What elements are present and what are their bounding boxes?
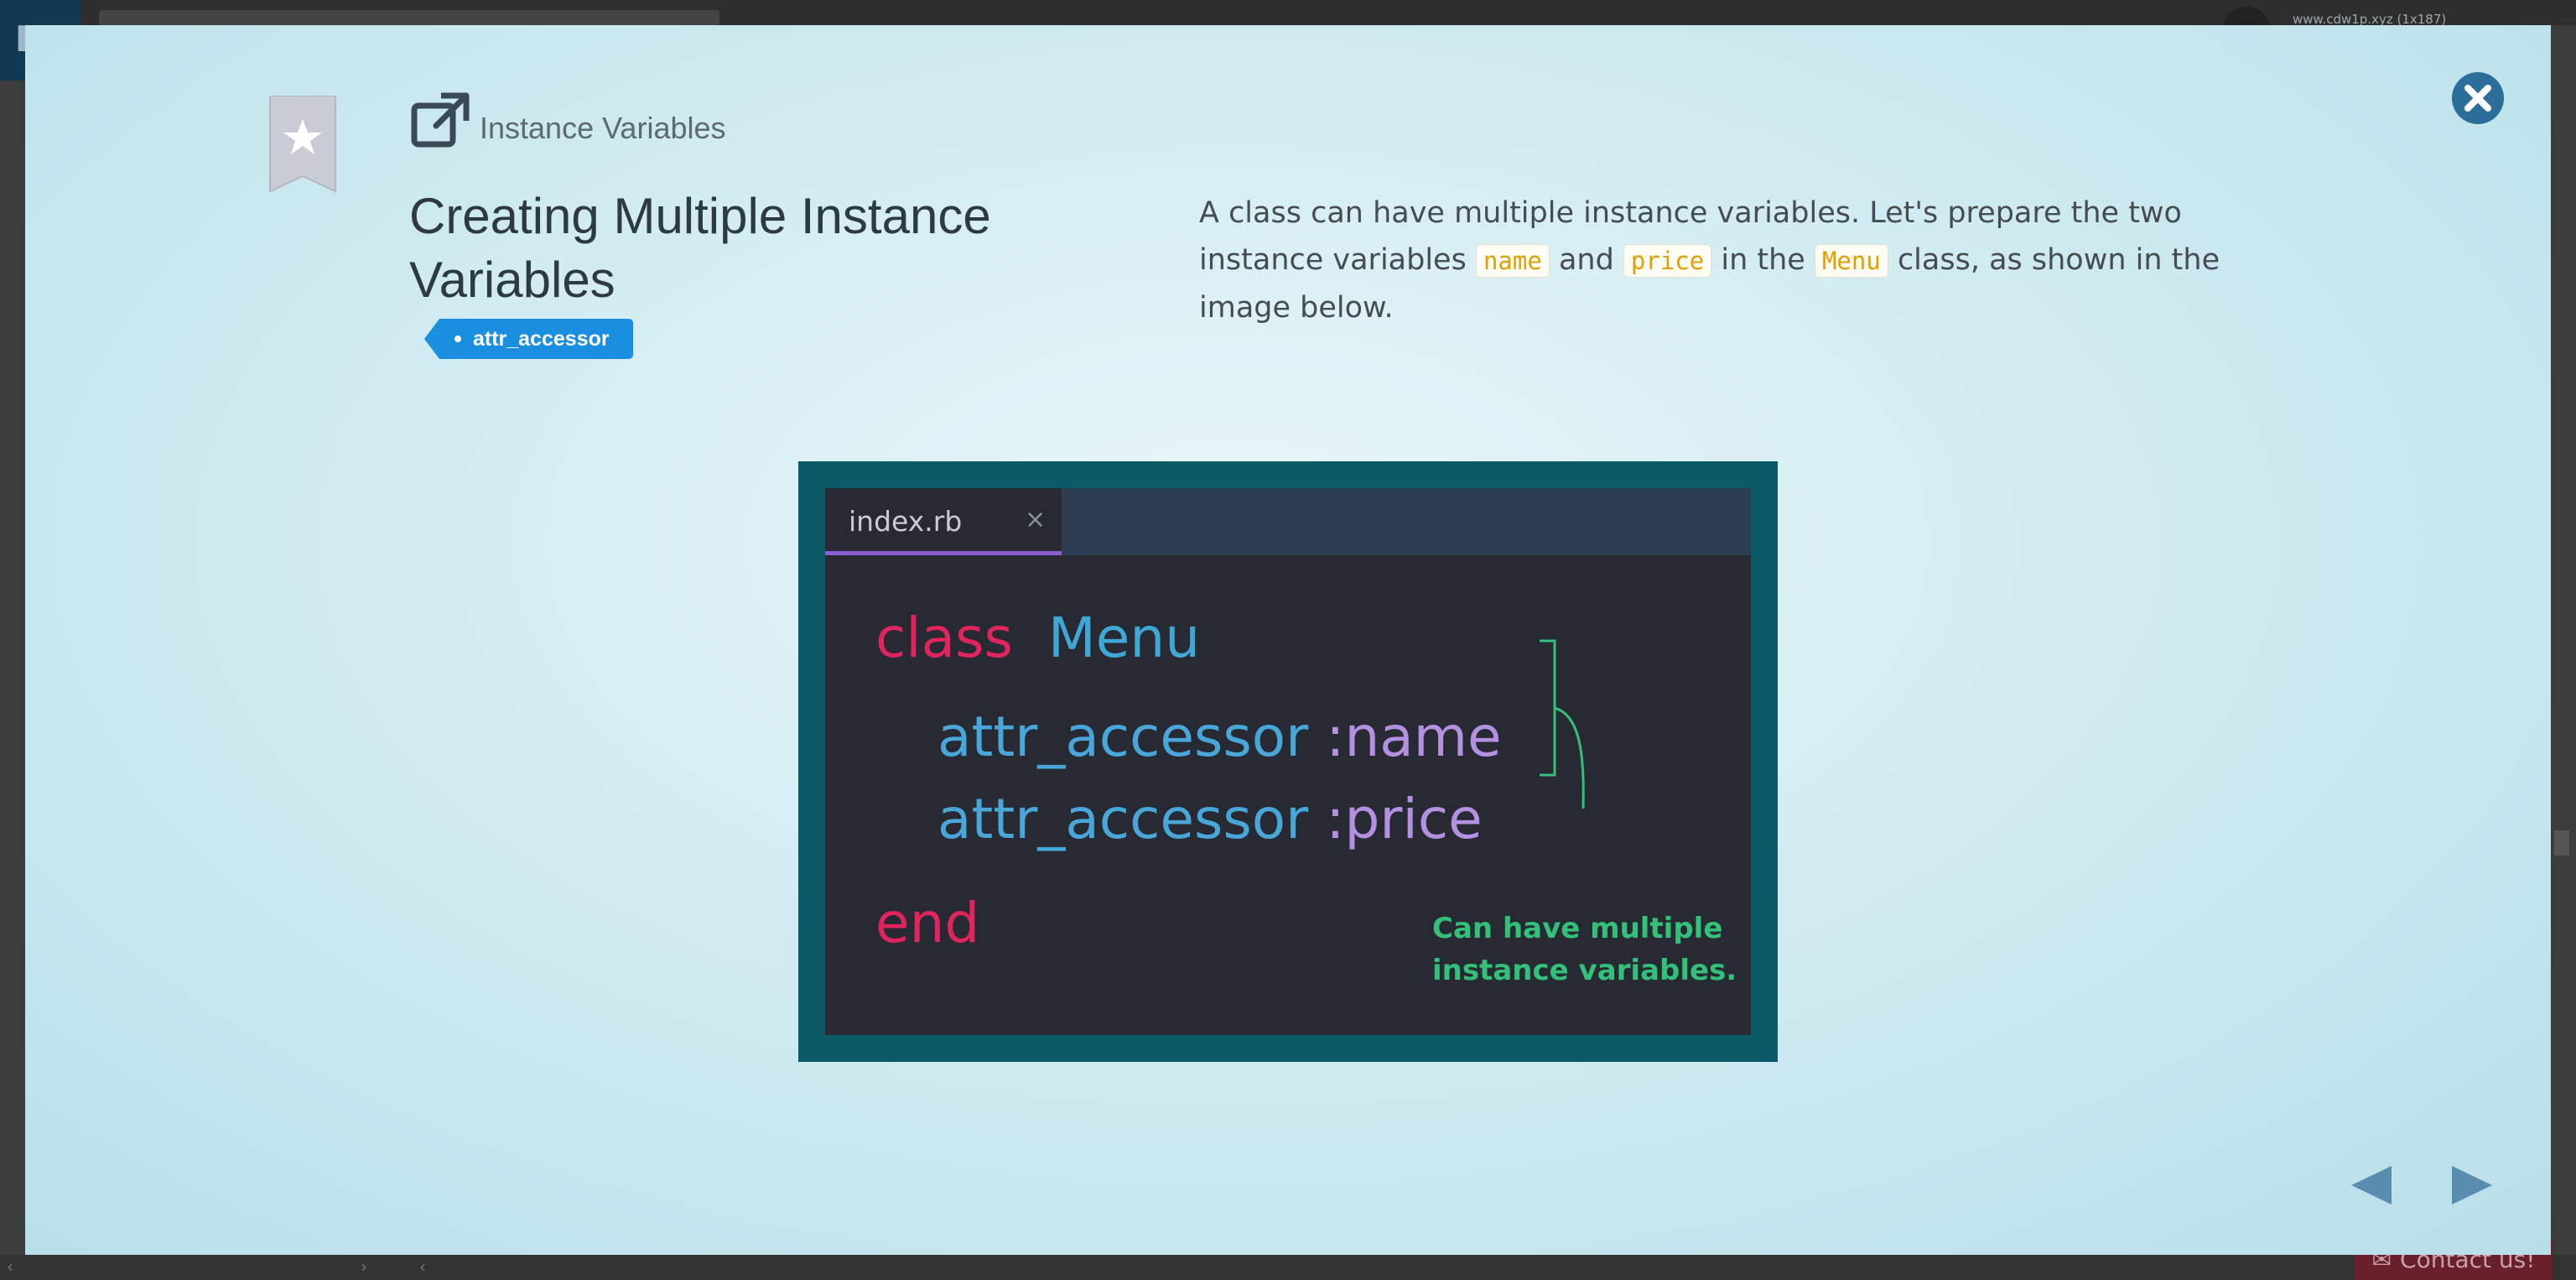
class-name: Menu bbox=[1047, 606, 1201, 670]
keyword-end: end bbox=[875, 891, 980, 955]
lesson-header: Instance Variables bbox=[411, 92, 726, 148]
scroll-left-icon: ‹ bbox=[7, 1257, 13, 1277]
inline-code-price: price bbox=[1623, 244, 1712, 278]
tab-close-icon: × bbox=[1025, 505, 1046, 534]
description-text: in the bbox=[1711, 243, 1815, 277]
symbol-price: :price bbox=[1326, 787, 1483, 851]
slide-modal: Instance Variables Creating Multiple Ins… bbox=[25, 25, 2551, 1255]
method-attr-accessor: attr_accessor bbox=[937, 787, 1309, 851]
tab-label: index.rb bbox=[849, 505, 963, 538]
symbol-name: :name bbox=[1326, 705, 1502, 769]
triangle-left-icon[interactable] bbox=[2348, 1163, 2395, 1208]
lesson-description: A class can have multiple instance varia… bbox=[1199, 190, 2289, 331]
scroll-left-icon: ‹ bbox=[419, 1257, 426, 1277]
scroll-right-icon: › bbox=[361, 1257, 367, 1277]
bracket-annotation-icon bbox=[1540, 639, 1585, 809]
annotation-text: Can have multiple instance variables. bbox=[1432, 908, 1737, 991]
close-icon[interactable] bbox=[2450, 70, 2506, 126]
annotation-line-1: Can have multiple bbox=[1432, 912, 1723, 945]
bookmark-star-icon[interactable] bbox=[268, 96, 337, 193]
method-attr-accessor: attr_accessor bbox=[937, 705, 1309, 769]
inline-code-menu: Menu bbox=[1814, 244, 1888, 278]
code-line-2: attr_accessor :name bbox=[937, 705, 1502, 769]
tag-dot bbox=[454, 336, 461, 342]
page-title: Creating Multiple Instance Variables bbox=[409, 188, 991, 308]
background-bottom-bar bbox=[0, 1255, 2576, 1280]
lesson-name: Instance Variables bbox=[480, 111, 726, 145]
code-editor: index.rb × class Menu attr_accessor :nam… bbox=[825, 488, 1751, 1035]
triangle-right-icon[interactable] bbox=[2449, 1163, 2496, 1208]
code-line-4: end bbox=[875, 891, 979, 955]
external-link-icon[interactable] bbox=[411, 92, 470, 148]
background-scrollbar bbox=[2554, 830, 2569, 856]
editor-tab-bar: index.rb × bbox=[825, 488, 1751, 555]
code-illustration: index.rb × class Menu attr_accessor :nam… bbox=[798, 461, 1778, 1062]
tab-index-rb: index.rb × bbox=[825, 488, 1062, 555]
code-line-3: attr_accessor :price bbox=[937, 787, 1483, 851]
inline-code-name: name bbox=[1475, 244, 1550, 278]
background-search-bar bbox=[99, 10, 719, 25]
annotation-line-2: instance variables. bbox=[1432, 954, 1737, 987]
keyword-class: class bbox=[875, 606, 1013, 670]
code-line-1: class Menu bbox=[875, 606, 1200, 670]
description-text: and bbox=[1549, 243, 1623, 277]
tag-badge[interactable]: attr_accessor bbox=[424, 319, 633, 359]
tag-label: attr_accessor bbox=[473, 326, 610, 351]
